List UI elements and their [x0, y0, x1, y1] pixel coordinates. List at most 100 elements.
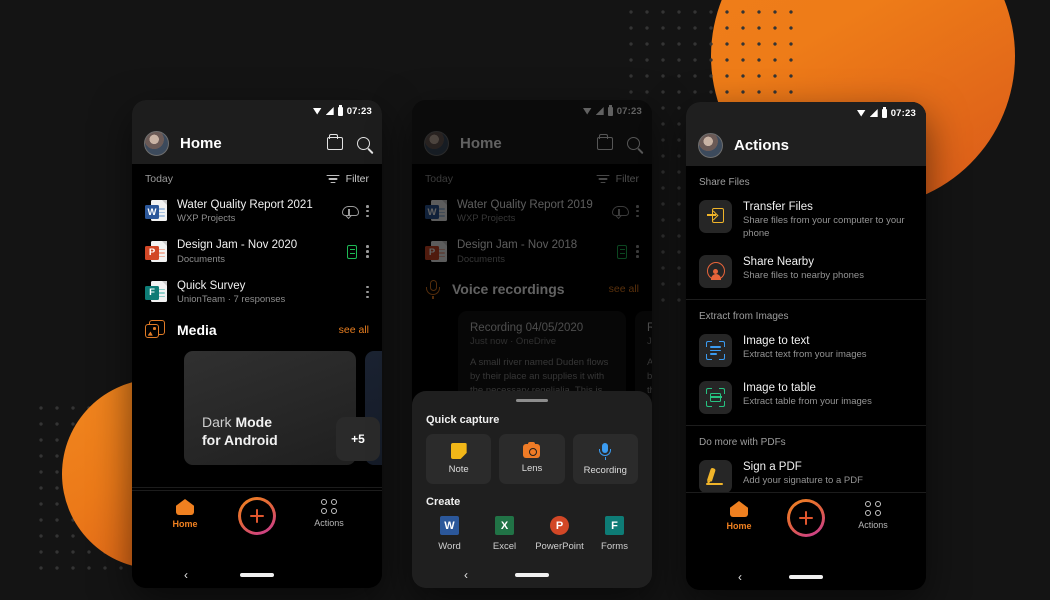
file-title: Design Jam - Nov 2020 [177, 239, 298, 252]
battery-icon [607, 105, 613, 116]
file-subtitle: UnionTeam · 7 responses [177, 294, 286, 306]
word-file-icon: W [425, 199, 447, 223]
more-options-icon[interactable] [636, 245, 639, 259]
page-title: Actions [734, 136, 790, 154]
create-label: Word [438, 541, 461, 552]
icon-container [699, 254, 732, 288]
home-pill[interactable] [515, 573, 549, 577]
today-label: Today [425, 173, 454, 185]
group-label-share-files: Share Files [699, 177, 750, 188]
status-bar: 07:23 [132, 100, 382, 122]
nav-item-home[interactable]: Home [158, 499, 212, 529]
nav-item-home[interactable]: Home [712, 501, 766, 531]
list-item[interactable]: W Water Quality Report 2019 WXP Projects [412, 191, 652, 231]
status-bar-time: 07:23 [346, 105, 372, 117]
add-button[interactable] [787, 499, 825, 537]
nav-item-actions[interactable]: Actions [846, 501, 900, 530]
phone-link-icon[interactable] [347, 244, 357, 259]
media-carousel[interactable]: Dark Mode for Android +5 [132, 347, 382, 466]
back-button[interactable]: ‹ [184, 568, 188, 582]
cloud-download-icon[interactable] [342, 205, 359, 219]
home-pill[interactable] [789, 575, 823, 579]
folder-icon[interactable] [597, 133, 613, 150]
today-section-header: Today Filter [412, 164, 652, 191]
more-options-icon[interactable] [366, 285, 369, 299]
powerpoint-file-icon: P [145, 240, 167, 264]
action-item-transfer-files[interactable]: Transfer Files Share files from your com… [686, 195, 926, 250]
nav-actions-label: Actions [314, 518, 344, 528]
search-icon[interactable] [357, 136, 370, 150]
recording-meta: Just now · OneDrive [470, 335, 557, 347]
list-item[interactable]: W Water Quality Report 2021 WXP Projects [132, 191, 382, 231]
create-excel[interactable]: X Excel [477, 516, 532, 552]
promo-canvas: 07:23 Home Today Filter W Water Quality … [0, 0, 1050, 600]
quick-capture-note[interactable]: Note [426, 434, 492, 484]
status-bar-time: 07:23 [890, 107, 916, 119]
create-powerpoint[interactable]: P PowerPoint [532, 516, 587, 552]
microphone-icon [425, 279, 441, 299]
group-label-do-more-with-pdfs: Do more with PDFs [699, 436, 786, 448]
create-label: Excel [492, 541, 517, 552]
powerpoint-icon: P [550, 516, 569, 535]
media-card-line1-bold: Mode [235, 413, 273, 430]
nav-actions-label: Actions [858, 520, 888, 530]
list-item[interactable]: F Quick Survey UnionTeam · 7 responses [132, 272, 382, 312]
phone-mockup-actions: 07:23 Actions Share Files Transfer Files… [686, 102, 926, 590]
recording-meta: Just now · OneDrive [647, 335, 652, 347]
list-item[interactable]: P Design Jam - Nov 2020 Documents [132, 231, 382, 271]
more-options-icon[interactable] [366, 204, 369, 218]
back-button[interactable]: ‹ [738, 570, 742, 584]
signal-icon [595, 107, 604, 115]
quick-capture-label: Recording [583, 464, 627, 476]
avatar[interactable] [144, 130, 169, 156]
folder-icon[interactable] [327, 133, 343, 150]
wifi-icon [582, 107, 592, 115]
signal-icon [325, 107, 334, 115]
avatar[interactable] [698, 132, 723, 158]
microphone-icon [599, 442, 612, 460]
create-title: Create [426, 496, 461, 508]
search-icon[interactable] [627, 136, 640, 150]
filter-button[interactable]: Filter [326, 173, 369, 185]
note-icon [450, 443, 467, 459]
media-card[interactable]: Dark Mode for Android +5 [184, 351, 380, 466]
recording-title: Recording 04/05/2020 [470, 321, 584, 334]
gesture-navigation-bar: ‹ [412, 562, 652, 588]
filter-button[interactable]: Filter [596, 173, 639, 185]
quick-capture-recording[interactable]: Recording [572, 434, 638, 484]
action-subtitle: Add your signature to a PDF [743, 474, 863, 486]
app-bar: Home [412, 122, 652, 164]
action-item-image-to-text[interactable]: Image to text Extract text from your ima… [686, 329, 926, 376]
filter-label: Filter [615, 173, 639, 185]
nav-item-actions[interactable]: Actions [302, 499, 356, 528]
create-word[interactable]: W Word [422, 516, 477, 552]
media-more-badge[interactable]: +5 [336, 417, 380, 462]
app-bar: Actions [686, 124, 926, 166]
more-options-icon[interactable] [636, 204, 639, 218]
back-button[interactable]: ‹ [464, 568, 468, 582]
cloud-download-icon[interactable] [612, 205, 629, 219]
avatar[interactable] [424, 130, 449, 156]
phone-link-icon[interactable] [617, 244, 627, 259]
grid-icon [864, 501, 882, 516]
plus-icon [250, 509, 264, 523]
app-bar: Home [132, 122, 382, 164]
home-pill[interactable] [240, 573, 274, 577]
media-card-line1: Dark [202, 413, 236, 430]
media-see-all-link[interactable]: see all [339, 324, 369, 336]
add-button[interactable] [238, 497, 276, 535]
sheet-drag-handle[interactable] [516, 398, 548, 402]
file-title: Quick Survey [177, 279, 246, 292]
create-forms[interactable]: F Forms [587, 516, 642, 552]
more-options-icon[interactable] [366, 245, 369, 259]
action-item-share-nearby[interactable]: Share Nearby Share files to nearby phone… [686, 250, 926, 297]
quick-capture-lens[interactable]: Lens [499, 434, 565, 484]
forms-icon: F [605, 516, 624, 535]
voice-see-all-link[interactable]: see all [609, 283, 639, 295]
media-title: Media [177, 321, 217, 338]
home-content-dimmed: Today Filter W Water Quality Report 2019… [412, 164, 652, 588]
media-card-line2: for Android [202, 431, 278, 448]
action-item-image-to-table[interactable]: Image to table Extract table from your i… [686, 376, 926, 423]
status-bar: 07:23 [412, 100, 652, 122]
list-item[interactable]: P Design Jam - Nov 2018 Documents [412, 231, 652, 271]
